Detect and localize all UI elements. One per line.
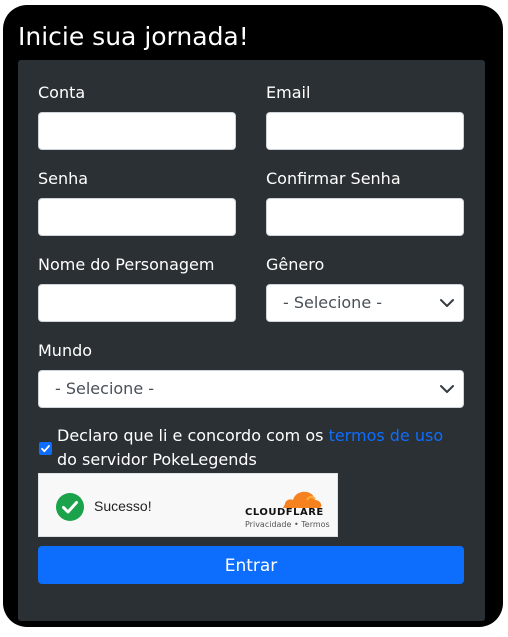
captcha-links: Privacidade • Termos [245, 520, 330, 529]
world-label: Mundo [38, 341, 93, 360]
character-name-label: Nome do Personagem [38, 255, 215, 274]
password-input[interactable] [38, 198, 236, 236]
terms-checkbox[interactable] [39, 442, 52, 455]
submit-button[interactable]: Entrar [38, 546, 464, 584]
account-label: Conta [38, 83, 86, 102]
privacy-link[interactable]: Privacidade [245, 520, 291, 529]
success-check-icon [56, 493, 84, 521]
gender-select[interactable]: - Selecione - [266, 284, 464, 322]
links-separator: • [293, 520, 299, 529]
terms-text-before: Declaro que li e concordo com os [57, 426, 329, 445]
confirm-password-input[interactable] [266, 198, 464, 236]
chevron-down-icon [440, 385, 454, 393]
chevron-down-icon [440, 299, 454, 307]
email-label: Email [266, 83, 311, 102]
terms-link[interactable]: termos de uso [329, 426, 444, 445]
captcha-terms-link[interactable]: Termos [301, 520, 329, 529]
terms-text-after: do servidor PokeLegends [57, 450, 257, 469]
gender-label: Gênero [266, 255, 325, 274]
cloudflare-captcha[interactable]: Sucesso! CLOUDFLARE Privacidade • Termos [38, 473, 338, 537]
confirm-password-label: Confirmar Senha [266, 169, 401, 188]
world-select-value: - Selecione - [55, 379, 155, 398]
character-name-input[interactable] [38, 284, 236, 322]
gender-select-value: - Selecione - [283, 293, 383, 312]
registration-form: Conta Email Senha Confirmar Senha Nome d… [18, 60, 485, 621]
page-title: Inicie sua jornada! [18, 22, 249, 51]
checkmark-icon [41, 445, 50, 453]
window-frame: Inicie sua jornada! Conta Email Senha Co… [3, 5, 503, 627]
world-select[interactable]: - Selecione - [38, 370, 464, 408]
captcha-status: Sucesso! [94, 498, 152, 514]
account-input[interactable] [38, 112, 236, 150]
email-input[interactable] [266, 112, 464, 150]
terms-agreement: Declaro que li e concordo com os termos … [57, 424, 467, 472]
cloudflare-brand: CLOUDFLARE [245, 507, 324, 518]
password-label: Senha [38, 169, 89, 188]
